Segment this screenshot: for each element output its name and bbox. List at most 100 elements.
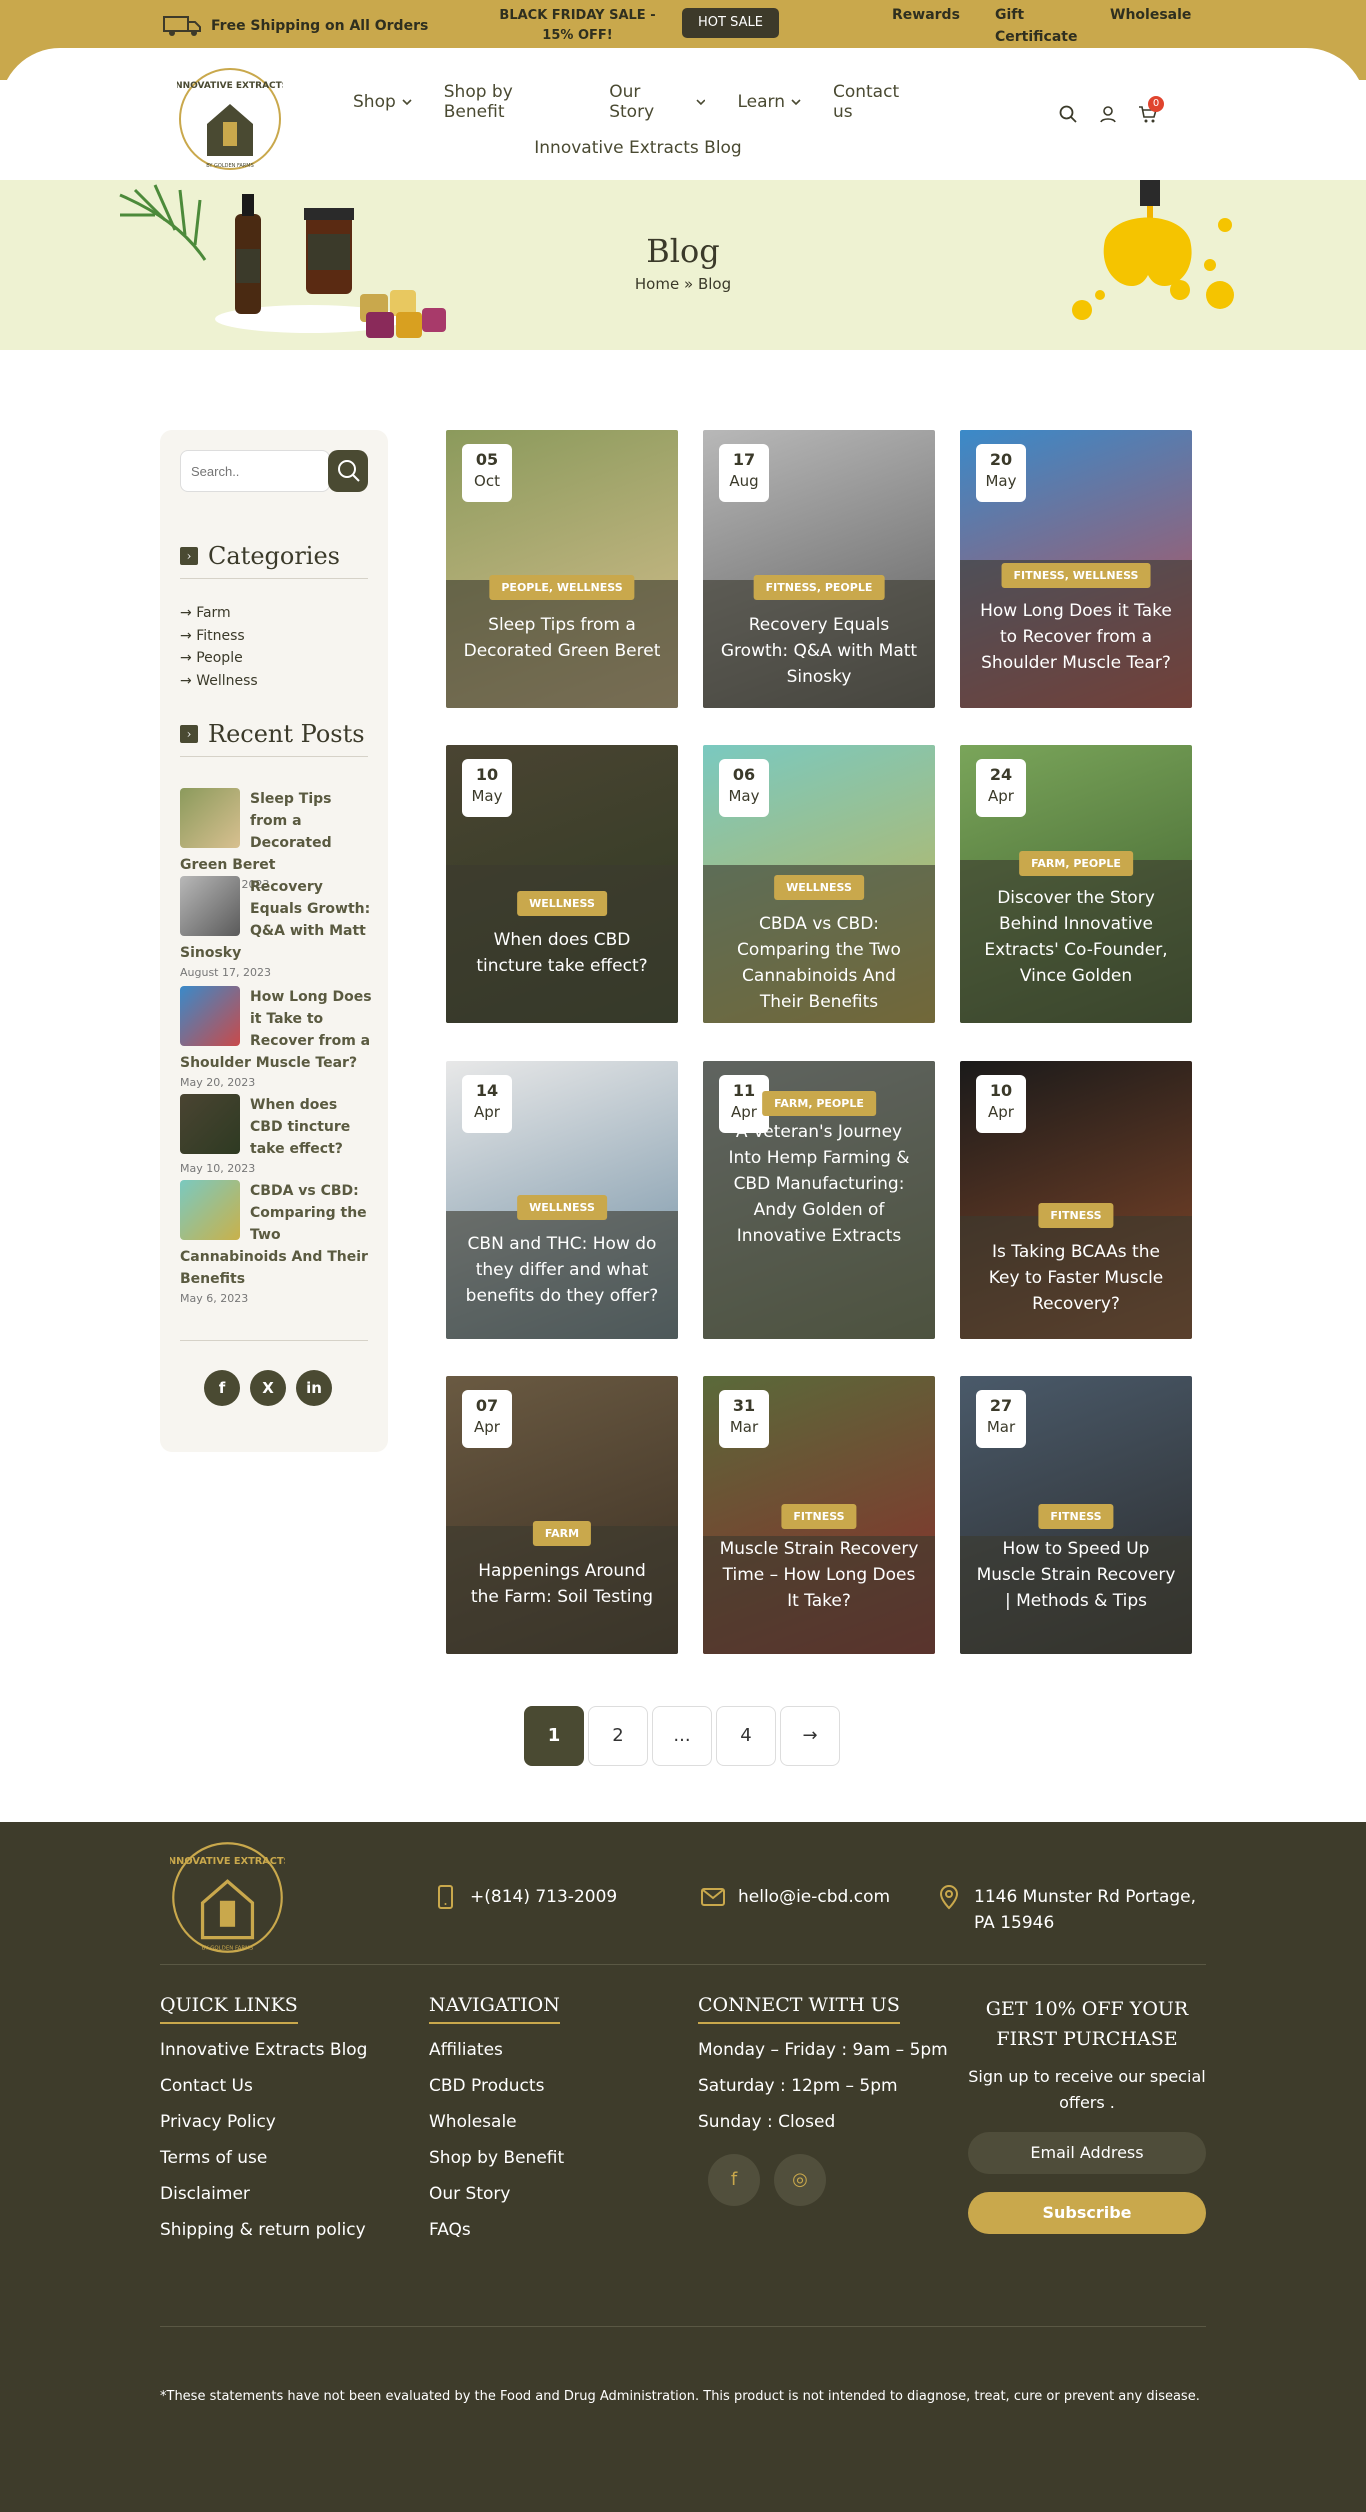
post-card[interactable]: 10 Apr FITNESS Is Taking BCAAs the Key to F… [960,1061,1192,1339]
rewards-link[interactable]: Rewards [892,4,960,26]
post-title[interactable]: Happenings Around the Farm: Soil Testing [462,1558,662,1610]
post-category-tag[interactable]: FARM, PEOPLE [762,1091,876,1116]
post-title[interactable]: CBDA vs CBD: Comparing the Two Cannabino… [719,911,919,1015]
hours-weekday: Monday – Friday : 9am – 5pm [698,2040,948,2060]
post-category-tag[interactable]: WELLNESS [517,1195,607,1220]
post-card[interactable]: 10 May WELLNESS When does CBD tincture take… [446,745,678,1023]
category-wellness[interactable]: → Wellness [180,670,258,693]
post-category-tag[interactable]: PEOPLE, WELLNESS [489,575,635,600]
footer-link[interactable]: Affiliates [429,2040,564,2060]
footer-link[interactable]: Shipping & return policy [160,2220,367,2240]
breadcrumb-home[interactable]: Home [635,275,679,293]
post-card[interactable]: 14 Apr WELLNESS CBN and THC: How do they di… [446,1061,678,1339]
footer-phone[interactable]: +(814) 713-2009 [432,1884,617,1910]
post-title[interactable]: How Long Does it Take to Recover from a … [976,598,1176,676]
footer-logo[interactable]: INNOVATIVE EXTRACTS BY GOLDEN FARMS [170,1840,285,1955]
category-list: → Farm → Fitness → People → Wellness [180,602,258,692]
svg-text:INNOVATIVE EXTRACTS: INNOVATIVE EXTRACTS [170,1856,285,1867]
nav-contact-us[interactable]: Contact us [833,82,923,122]
category-fitness[interactable]: → Fitness [180,625,258,648]
chevron-right-icon: › [180,547,198,565]
x-twitter-icon[interactable]: X [250,1370,286,1406]
nav-shop-by-benefit[interactable]: Shop by Benefit [444,82,577,122]
post-title[interactable]: Sleep Tips from a Decorated Green Beret [462,612,662,664]
search-input[interactable] [180,450,330,492]
nav-learn[interactable]: Learn [737,82,801,122]
footer-link[interactable]: Shop by Benefit [429,2148,564,2168]
instagram-icon[interactable]: ◎ [774,2154,826,2206]
post-title[interactable]: When does CBD tincture take effect? [462,927,662,979]
post-card[interactable]: 27 Mar FITNESS How to Speed Up Muscle Strai… [960,1376,1192,1654]
offer-heading: GET 10% OFF YOUR FIRST PURCHASE [985,1998,1189,2050]
facebook-icon[interactable]: f [204,1370,240,1406]
recent-post-thumbnail [180,1094,240,1154]
page-2-button[interactable]: 2 [588,1706,648,1766]
linkedin-icon[interactable]: in [296,1370,332,1406]
post-category-tag[interactable]: FITNESS, PEOPLE [753,575,885,600]
wholesale-link[interactable]: Wholesale [1110,4,1191,26]
post-title[interactable]: Discover the Story Behind Innovative Ext… [976,885,1176,989]
next-page-button[interactable]: → [780,1706,840,1766]
brand-logo[interactable]: INNOVATIVE EXTRACTS BY GOLDEN FARMS [177,66,283,172]
post-date-badge: 31 Mar [719,1390,769,1448]
post-title[interactable]: Is Taking BCAAs the Key to Faster Muscle… [976,1239,1176,1317]
post-category-tag[interactable]: FARM, PEOPLE [1019,851,1133,876]
search-button[interactable] [328,450,368,492]
footer-link[interactable]: Our Story [429,2184,564,2204]
post-category-tag[interactable]: WELLNESS [774,875,864,900]
footer-link[interactable]: Innovative Extracts Blog [160,2040,367,2060]
post-title[interactable]: A Veteran's Journey Into Hemp Farming & … [719,1119,919,1249]
category-people[interactable]: → People [180,647,258,670]
user-icon[interactable] [1098,104,1118,124]
free-shipping-notice: Free Shipping on All Orders [163,14,428,38]
category-farm[interactable]: → Farm [180,602,258,625]
svg-text:BY GOLDEN FARMS: BY GOLDEN FARMS [206,163,254,169]
email-field[interactable]: Email Address [968,2132,1206,2174]
footer-email[interactable]: hello@ie-cbd.com [700,1884,890,1910]
post-title[interactable]: Recovery Equals Growth: Q&A with Matt Si… [719,612,919,690]
footer-link[interactable]: FAQs [429,2220,564,2240]
footer-link[interactable]: Contact Us [160,2076,367,2096]
footer-link[interactable]: Disclaimer [160,2184,367,2204]
nav-blog[interactable]: Innovative Extracts Blog [353,138,923,158]
hot-sale-button[interactable]: HOT SALE [682,8,779,38]
post-card[interactable]: 06 May WELLNESS CBDA vs CBD: Comparing the … [703,745,935,1023]
recent-post[interactable]: When does CBD tincture take effect? May 1… [180,1094,372,1175]
post-category-tag[interactable]: FARM [532,1521,592,1546]
post-card[interactable]: 17 Aug FITNESS, PEOPLE Recovery Equals Grow… [703,430,935,708]
search-icon[interactable] [1058,104,1078,124]
footer-link[interactable]: Wholesale [429,2112,564,2132]
subscribe-button[interactable]: Subscribe [968,2192,1206,2234]
page-4-button[interactable]: 4 [716,1706,776,1766]
categories-heading: › Categories [180,542,368,579]
nav-shop[interactable]: Shop [353,82,412,122]
footer-link[interactable]: Privacy Policy [160,2112,367,2132]
facebook-icon[interactable]: f [708,2154,760,2206]
hours-saturday: Saturday : 12pm – 5pm [698,2076,898,2096]
post-category-tag[interactable]: WELLNESS [517,891,607,916]
post-card[interactable]: 05 Oct PEOPLE, WELLNESS Sleep Tips from a D… [446,430,678,708]
footer-link[interactable]: CBD Products [429,2076,564,2096]
nav-our-story[interactable]: Our Story [609,82,706,122]
post-date-badge: 20 May [976,444,1026,502]
post-category-tag[interactable]: FITNESS, WELLNESS [1001,563,1151,588]
recent-post[interactable]: Recovery Equals Growth: Q&A with Matt Si… [180,876,372,979]
phone-icon [438,1885,453,1909]
post-card[interactable]: 07 Apr FARM Happenings Around the Farm: Soi… [446,1376,678,1654]
post-card[interactable]: 20 May FITNESS, WELLNESS How Long Does it T… [960,430,1192,708]
footer-link[interactable]: Terms of use [160,2148,367,2168]
post-title[interactable]: How to Speed Up Muscle Strain Recovery |… [976,1536,1176,1614]
post-category-tag[interactable]: FITNESS [1038,1203,1114,1228]
post-title[interactable]: Muscle Strain Recovery Time – How Long D… [719,1536,919,1614]
post-card[interactable]: 31 Mar FITNESS Muscle Strain Recovery Time … [703,1376,935,1654]
post-category-tag[interactable]: FITNESS [781,1504,857,1529]
post-card[interactable]: 24 Apr FARM, PEOPLE Discover the Story Behi… [960,745,1192,1023]
recent-post[interactable]: How Long Does it Take to Recover from a … [180,986,372,1089]
post-title[interactable]: CBN and THC: How do they differ and what… [462,1231,662,1309]
post-card[interactable]: 11 Apr FARM, PEOPLE A Veteran's Journey Int… [703,1061,935,1339]
divider [180,1340,368,1341]
page-1-button[interactable]: 1 [524,1706,584,1766]
gift-certificate-link[interactable]: Gift Certificate [995,4,1077,48]
post-category-tag[interactable]: FITNESS [1038,1504,1114,1529]
recent-post[interactable]: CBDA vs CBD: Comparing the Two Cannabino… [180,1180,372,1305]
